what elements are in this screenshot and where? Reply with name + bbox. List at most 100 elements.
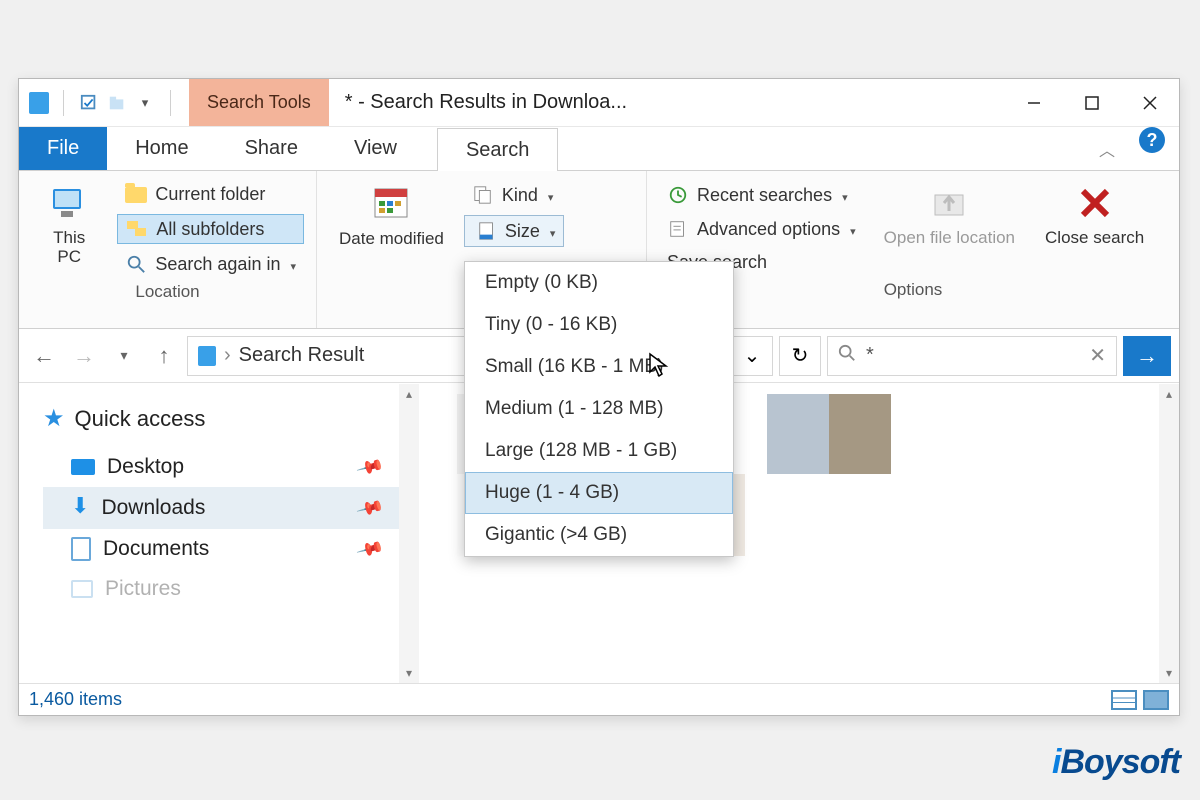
address-text: Search Result	[239, 344, 365, 367]
sidebar-item-label: Pictures	[105, 577, 181, 601]
pin-icon: 📌	[355, 452, 385, 481]
search-icon	[125, 253, 147, 275]
window-controls	[1005, 79, 1179, 127]
ribbon-tabs: File Home Share View Search ︿ ?	[19, 127, 1179, 171]
sidebar-item-label: Desktop	[107, 455, 184, 479]
ribbon: This PC Current folder All subfolders	[19, 171, 1179, 329]
pictures-icon	[71, 580, 93, 598]
quick-access-toolbar: ▾	[19, 90, 189, 116]
open-file-location-label: Open file location	[884, 229, 1015, 248]
back-button[interactable]: ←	[27, 339, 61, 373]
current-folder-button[interactable]: Current folder	[117, 181, 304, 208]
close-search-label: Close search	[1045, 229, 1144, 248]
current-folder-label: Current folder	[155, 184, 265, 205]
app-icon	[29, 92, 49, 114]
quick-access-header[interactable]: ★ Quick access	[43, 404, 409, 433]
close-button[interactable]	[1121, 79, 1179, 127]
separator	[170, 90, 171, 116]
sidebar-item-label: Downloads	[101, 496, 205, 520]
chevron-down-icon	[840, 185, 848, 206]
size-option-huge[interactable]: Huge (1 - 4 GB)	[465, 472, 733, 514]
sidebar-item-downloads[interactable]: ⬇ Downloads 📌	[43, 487, 409, 529]
kind-icon	[472, 184, 494, 206]
size-option-tiny[interactable]: Tiny (0 - 16 KB)	[465, 304, 733, 346]
search-input[interactable]: * ✕	[827, 336, 1117, 376]
this-pc-label: This PC	[41, 229, 97, 266]
pin-icon: 📌	[355, 534, 385, 563]
group-location-label: Location	[31, 278, 304, 302]
size-button[interactable]: Size	[464, 215, 564, 247]
size-option-large[interactable]: Large (128 MB - 1 GB)	[465, 430, 733, 472]
history-dropdown-button[interactable]: ⌄	[731, 336, 773, 376]
home-tab[interactable]: Home	[107, 127, 216, 170]
share-tab[interactable]: Share	[217, 127, 326, 170]
size-option-empty[interactable]: Empty (0 KB)	[465, 262, 733, 304]
all-subfolders-button[interactable]: All subfolders	[117, 214, 304, 244]
search-again-in-label: Search again in	[155, 254, 280, 275]
help-icon[interactable]: ?	[1139, 127, 1165, 153]
view-tab[interactable]: View	[326, 127, 425, 170]
customize-qat-icon[interactable]: ▾	[134, 92, 156, 114]
minimize-button[interactable]	[1005, 79, 1063, 127]
sidebar-item-desktop[interactable]: Desktop 📌	[43, 447, 409, 487]
sidebar-item-pictures[interactable]: Pictures	[43, 569, 409, 609]
scroll-up-icon[interactable]: ▴	[1159, 384, 1179, 404]
sidebar-item-documents[interactable]: Documents 📌	[43, 529, 409, 569]
status-bar: 1,460 items	[19, 683, 1179, 715]
details-view-button[interactable]	[1111, 690, 1137, 710]
size-icon	[477, 220, 497, 242]
up-button[interactable]: ↑	[147, 339, 181, 373]
search-tab[interactable]: Search	[437, 128, 558, 171]
kind-button[interactable]: Kind	[464, 181, 564, 209]
size-option-small[interactable]: Small (16 KB - 1 MB)	[465, 346, 733, 388]
recent-locations-button[interactable]: ▾	[107, 339, 141, 373]
advanced-options-label: Advanced options	[697, 219, 840, 240]
thumbnails-view-button[interactable]	[1143, 690, 1169, 710]
open-file-location-button[interactable]: Open file location	[874, 179, 1025, 276]
forward-button[interactable]: →	[67, 339, 101, 373]
advanced-icon	[667, 218, 689, 240]
scroll-down-icon[interactable]: ▾	[399, 663, 419, 683]
subfolders-icon	[126, 218, 148, 240]
sidebar-item-label: Documents	[103, 537, 209, 561]
sidebar-scrollbar[interactable]: ▴ ▾	[399, 384, 419, 683]
refresh-button[interactable]: ↻	[779, 336, 821, 376]
window-title: * - Search Results in Downloa...	[329, 91, 1005, 114]
properties-icon[interactable]	[78, 92, 100, 114]
contextual-tab-label: Search Tools	[189, 79, 329, 126]
chevron-down-icon	[546, 185, 554, 206]
desktop-icon	[71, 459, 95, 475]
file-tab[interactable]: File	[19, 127, 107, 170]
navigation-pane: ★ Quick access Desktop 📌 ⬇ Downloads 📌 D…	[19, 384, 419, 683]
search-again-in-button[interactable]: Search again in	[117, 250, 304, 278]
search-icon	[838, 344, 856, 368]
clear-search-button[interactable]: ✕	[1089, 343, 1106, 368]
date-modified-button[interactable]: Date modified	[329, 179, 454, 253]
scroll-down-icon[interactable]: ▾	[1159, 663, 1179, 683]
new-folder-icon[interactable]	[106, 92, 128, 114]
document-icon	[71, 537, 91, 561]
size-option-gigantic[interactable]: Gigantic (>4 GB)	[465, 514, 733, 556]
pin-icon: 📌	[355, 493, 385, 522]
recent-searches-label: Recent searches	[697, 185, 832, 206]
titlebar: ▾ Search Tools * - Search Results in Dow…	[19, 79, 1179, 127]
size-option-medium[interactable]: Medium (1 - 128 MB)	[465, 388, 733, 430]
advanced-options-button[interactable]: Advanced options	[659, 215, 864, 243]
results-scrollbar[interactable]: ▴ ▾	[1159, 384, 1179, 683]
group-location: This PC Current folder All subfolders	[19, 171, 317, 328]
close-search-button[interactable]: Close search	[1035, 179, 1154, 276]
quick-access-label: Quick access	[75, 406, 206, 432]
view-switcher	[1111, 690, 1169, 710]
scroll-up-icon[interactable]: ▴	[399, 384, 419, 404]
search-go-button[interactable]: →	[1123, 336, 1171, 376]
breadcrumb-separator: ›	[224, 344, 231, 367]
this-pc-button[interactable]: This PC	[31, 179, 107, 278]
collapse-ribbon-button[interactable]: ︿	[1099, 127, 1115, 170]
kind-label: Kind	[502, 185, 538, 206]
recent-searches-button[interactable]: Recent searches	[659, 181, 864, 209]
separator	[63, 90, 64, 116]
folder-icon	[125, 187, 147, 203]
maximize-button[interactable]	[1063, 79, 1121, 127]
recent-icon	[667, 184, 689, 206]
size-label: Size	[505, 221, 540, 242]
